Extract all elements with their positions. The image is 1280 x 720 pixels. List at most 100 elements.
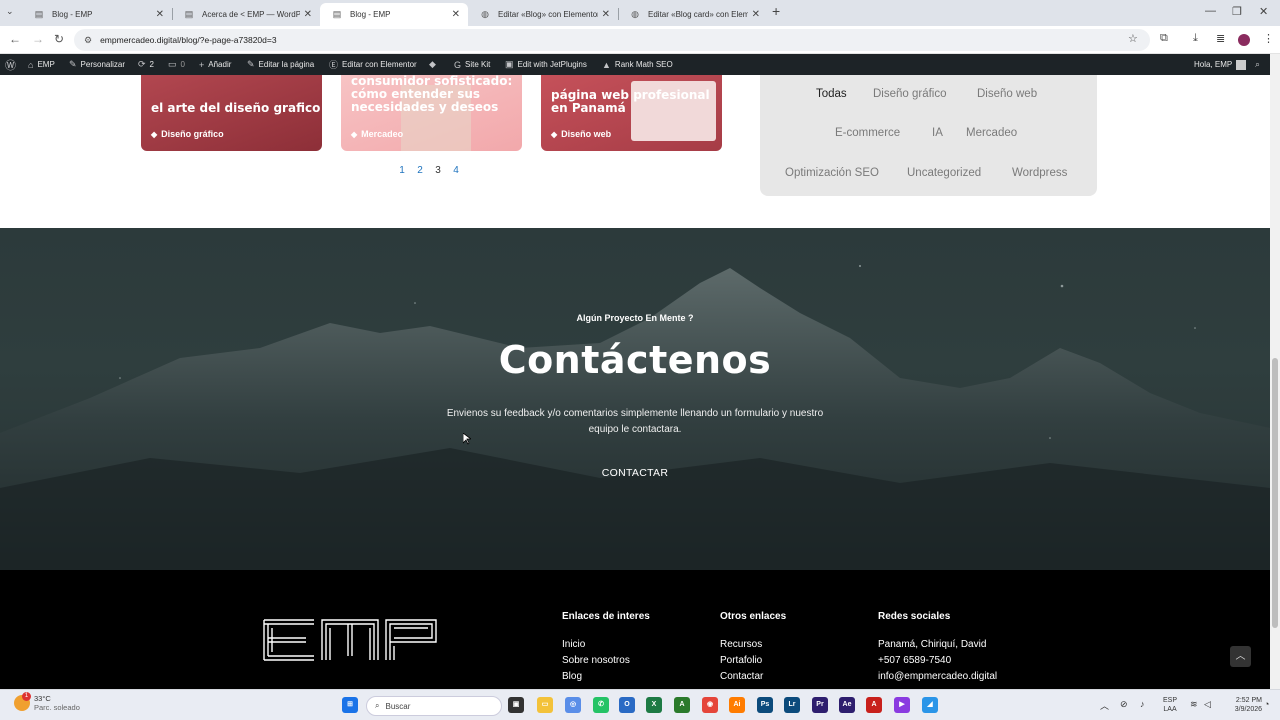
bookmark-star-icon[interactable]: ☆ — [1128, 32, 1138, 45]
taskbar-search[interactable]: ⌕ Buscar — [366, 696, 502, 716]
site-info-icon[interactable]: ⚙ — [84, 35, 92, 46]
premiere-icon[interactable]: Pr — [812, 697, 828, 713]
edit-page-link[interactable]: ✎ Editar la página — [247, 54, 314, 75]
footer-link-blog[interactable]: Blog — [562, 669, 650, 685]
close-icon[interactable]: ✕ — [304, 9, 312, 20]
globe-icon: ◍ — [481, 9, 489, 19]
edit-elementor-link[interactable]: Ⓔ Editar con Elementor — [329, 54, 417, 75]
search-icon[interactable]: ⌕ — [1255, 54, 1264, 75]
tab-blog-emp-1[interactable]: ▤ Blog - EMP ✕ — [22, 3, 172, 26]
notifications-icon[interactable]: ◔ — [1264, 699, 1269, 709]
blog-card[interactable]: página web profesional en Panamá ◆ Diseño… — [541, 75, 722, 151]
volume-icon[interactable]: ◁ — [1204, 699, 1211, 710]
customize-link[interactable]: ✎ Personalizar — [69, 54, 125, 75]
task-view-icon[interactable]: ▣ — [508, 697, 524, 713]
updates-link[interactable]: ⟳ 2 — [138, 54, 154, 75]
lightroom-icon[interactable]: Lr — [784, 697, 800, 713]
page-link-2[interactable]: 2 — [416, 165, 424, 176]
category-optimizacion-seo[interactable]: Optimización SEO — [785, 167, 879, 179]
tab-search-chevron-icon[interactable]: ⌄ — [6, 6, 14, 17]
new-tab-plus-icon[interactable]: + — [772, 3, 780, 19]
category-ia[interactable]: IA — [932, 127, 943, 139]
reload-icon[interactable]: ↻ — [54, 32, 64, 46]
tab-editar-blog-card[interactable]: ◍ Editar «Blog card» con Elementor ✕ — [618, 3, 768, 26]
url-bar[interactable]: ⚙ empmercadeo.digital/blog/?e-page-a7382… — [74, 29, 1150, 51]
footer-link-sobre-nosotros[interactable]: Sobre nosotros — [562, 653, 650, 669]
contact-button[interactable]: CONTACTAR — [585, 460, 685, 486]
card-category[interactable]: ◆ Diseño web — [551, 129, 611, 139]
close-icon[interactable]: ✕ — [452, 9, 460, 20]
weather-widget[interactable]: 1 33°C Parc. soleado — [14, 692, 80, 712]
blog-card[interactable]: consumidor sofisticado: cómo entender su… — [341, 75, 522, 151]
app-icon[interactable]: ◢ — [922, 697, 938, 713]
after-effects-icon[interactable]: Ae — [839, 697, 855, 713]
wordpress-logo-icon[interactable]: Ⓦ — [5, 54, 20, 75]
comments-link[interactable]: ▭ 0 — [168, 54, 185, 75]
category-ecommerce[interactable]: E-commerce — [835, 127, 900, 139]
microphone-icon[interactable]: ♪ — [1140, 699, 1145, 709]
add-new-link[interactable]: + Añadir — [199, 54, 231, 75]
photoshop-icon[interactable]: Ps — [757, 697, 773, 713]
category-todas[interactable]: Todas — [816, 88, 847, 100]
account-menu[interactable]: Hola, EMP — [1194, 54, 1247, 75]
media-app-icon[interactable]: ▶ — [894, 697, 910, 713]
chrome-icon[interactable]: ◉ — [702, 697, 718, 713]
footer-link-portafolio[interactable]: Portafolio — [720, 653, 786, 669]
acrobat-icon[interactable]: A — [866, 697, 882, 713]
back-arrow-icon[interactable]: ← — [9, 32, 21, 46]
jetplugins-link[interactable]: ▣ Edit with JetPlugins — [505, 54, 587, 75]
card-category[interactable]: ◆ Mercadeo — [351, 129, 403, 139]
footer-link-inicio[interactable]: Inicio — [562, 637, 650, 653]
rank-math-link[interactable]: ▲ Rank Math SEO — [602, 54, 673, 75]
close-window-icon[interactable]: ✕ — [1259, 5, 1268, 18]
tab-acerca-de[interactable]: ▤ Acerca de < EMP — WordPress ✕ — [172, 3, 320, 26]
minimize-icon[interactable]: — — [1205, 5, 1216, 17]
diamond-link[interactable]: ◆ — [429, 54, 440, 75]
tab-blog-emp-active[interactable]: ▤ Blog - EMP ✕ — [320, 3, 468, 26]
windows-start-icon[interactable]: ⊞ — [342, 697, 358, 713]
illustrator-icon[interactable]: Ai — [729, 697, 745, 713]
extensions-icon[interactable]: ⧉ — [1160, 32, 1168, 45]
profile-avatar[interactable] — [1238, 34, 1250, 46]
close-icon[interactable]: ✕ — [752, 9, 760, 20]
outlook-icon[interactable]: O — [619, 697, 635, 713]
site-name-link[interactable]: ⌂ EMP — [28, 54, 55, 75]
language-indicator[interactable]: ESP LAA — [1163, 696, 1177, 714]
tab-title: Blog - EMP — [52, 10, 93, 19]
category-diseno-web[interactable]: Diseño web — [977, 88, 1037, 100]
network-off-icon[interactable]: ⊘ — [1120, 699, 1128, 710]
site-kit-link[interactable]: G Site Kit — [454, 54, 490, 75]
app-a-icon[interactable]: A — [674, 697, 690, 713]
close-icon[interactable]: ✕ — [602, 9, 610, 20]
clock[interactable]: 2:52 PM 3/9/2026 — [1222, 696, 1262, 714]
tab-editar-blog[interactable]: ◍ Editar «Blog» con Elementor ✕ — [468, 3, 618, 26]
emp-logo[interactable] — [262, 618, 438, 662]
restore-icon[interactable]: ❐ — [1232, 5, 1242, 18]
footer-phone[interactable]: +507 6589-7540 — [878, 653, 997, 669]
wifi-icon[interactable]: ≋ — [1190, 699, 1198, 710]
media-controls-icon[interactable]: ≣ — [1216, 32, 1225, 45]
page-link-1[interactable]: 1 — [398, 165, 406, 176]
category-wordpress[interactable]: Wordpress — [1012, 167, 1067, 179]
footer-link-contactar[interactable]: Contactar — [720, 669, 786, 685]
whatsapp-icon[interactable]: ✆ — [593, 697, 609, 713]
tray-chevron-icon[interactable]: ︿ — [1100, 699, 1109, 712]
footer-email[interactable]: info@empmercadeo.digital — [878, 669, 997, 685]
page-scrollbar[interactable] — [1270, 54, 1280, 689]
card-category[interactable]: ◆ Diseño gráfico — [151, 129, 224, 139]
download-icon[interactable]: ⤓ — [1193, 32, 1198, 45]
forward-arrow-icon[interactable]: → — [32, 32, 44, 46]
browser-app-icon[interactable]: ◎ — [565, 697, 581, 713]
category-uncategorized[interactable]: Uncategorized — [907, 167, 981, 179]
category-mercadeo[interactable]: Mercadeo — [966, 127, 1017, 139]
page-link-4[interactable]: 4 — [452, 165, 460, 176]
excel-icon[interactable]: X — [646, 697, 662, 713]
footer-link-recursos[interactable]: Recursos — [720, 637, 786, 653]
close-icon[interactable]: ✕ — [156, 9, 164, 20]
category-diseno-grafico[interactable]: Diseño gráfico — [873, 88, 947, 100]
file-explorer-icon[interactable]: ▭ — [537, 697, 553, 713]
browser-menu-icon[interactable]: ⋮ — [1263, 32, 1274, 45]
blog-card[interactable]: el arte del diseño grafico ◆ Diseño gráfi… — [141, 75, 322, 151]
scroll-to-top-chevron-icon[interactable]: ︿ — [1230, 646, 1251, 667]
scrollbar-thumb[interactable] — [1272, 358, 1278, 628]
